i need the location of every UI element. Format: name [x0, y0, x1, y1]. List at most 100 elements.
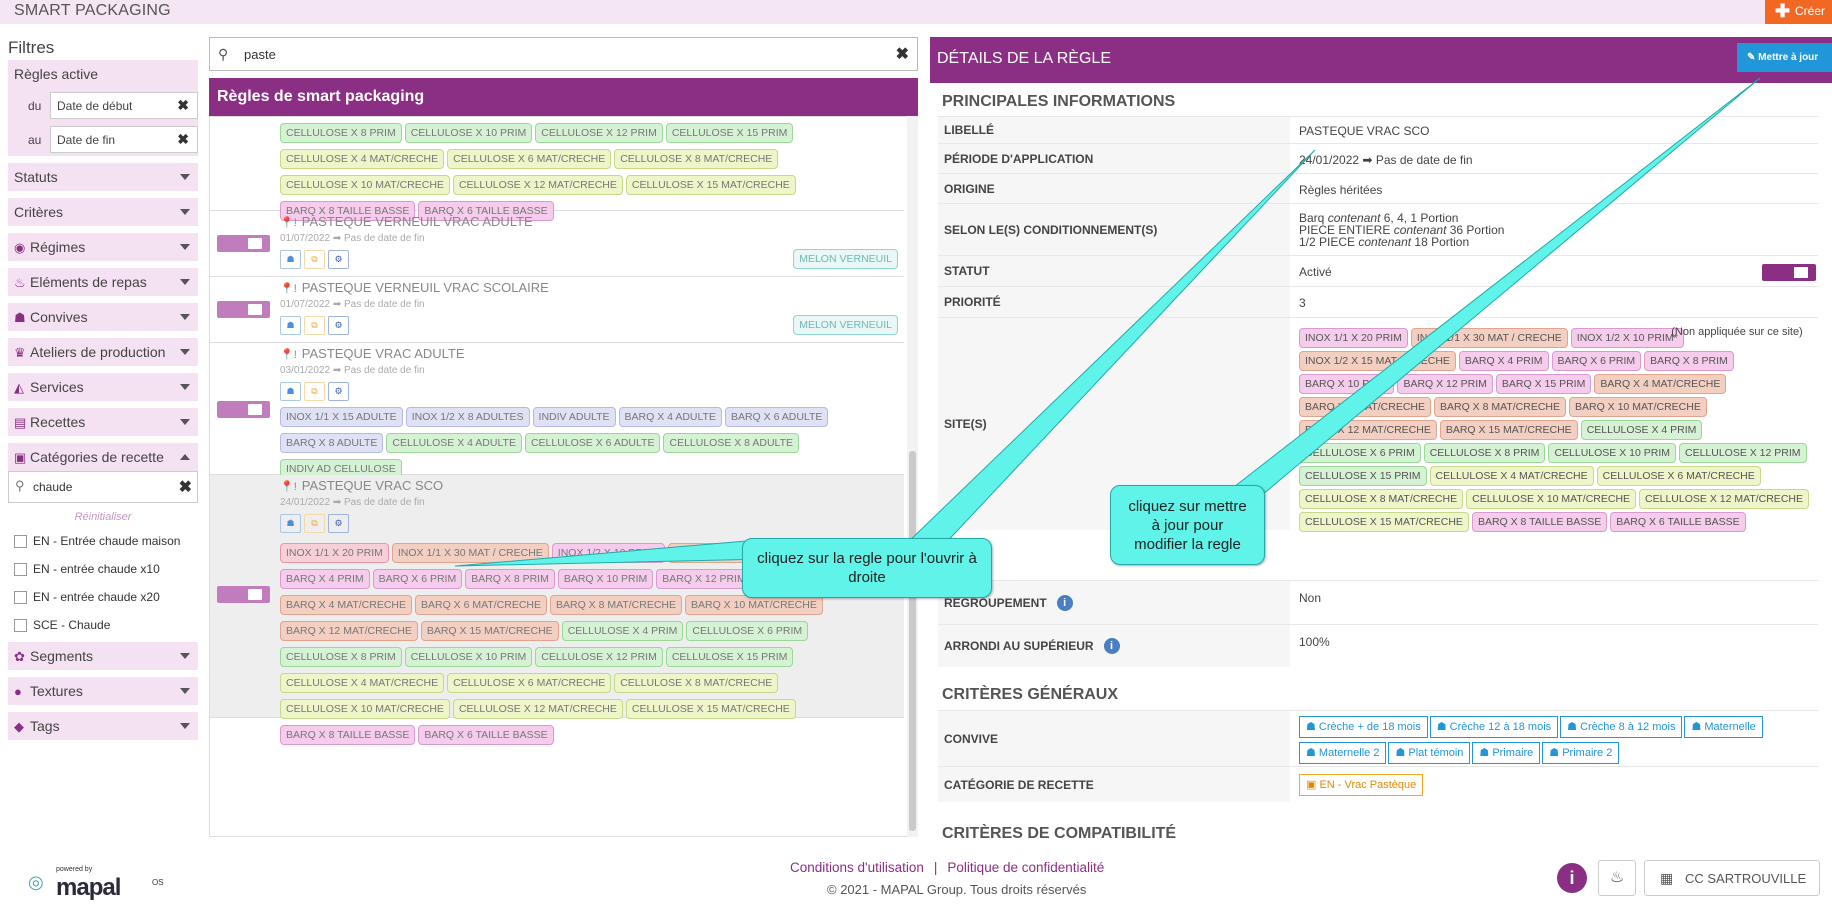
category-option[interactable]: EN - Entrée chaude maison	[8, 527, 198, 555]
filter-convives[interactable]: ☗ Convives	[8, 303, 198, 331]
checkbox[interactable]	[14, 619, 27, 632]
rule-toggle[interactable]	[217, 235, 270, 252]
create-button[interactable]: ✚ Créer	[1765, 0, 1832, 24]
filter-r-gimes[interactable]: ◉ Régimes	[8, 233, 198, 261]
search-icon: ⚲	[15, 478, 25, 493]
periode-start: 24/01/2022	[1299, 153, 1360, 167]
end-date-input[interactable]: Date de fin ✖	[50, 126, 198, 153]
packaging-tag: CELLULOSE X 10 PRIM	[404, 123, 533, 143]
filter-segments[interactable]: ✿ Segments	[8, 642, 198, 670]
convive-label: Primaire	[1492, 747, 1534, 759]
site-selector[interactable]: ▦ CC SARTROUVILLE	[1644, 860, 1820, 896]
status-toggle[interactable]	[1762, 264, 1816, 281]
reset-link[interactable]: Réinitialiser	[8, 503, 198, 527]
checkbox[interactable]	[14, 535, 27, 548]
footer-separator: |	[933, 860, 938, 875]
site-tag: BARQ X 4 MAT/CRECHE	[1594, 374, 1727, 394]
origine-key: ORIGINE	[938, 174, 1290, 203]
packaging-tag: INOX 1/2 X 10 PRIM*	[551, 543, 665, 563]
convive-tag: ☗ Crèche 8 à 12 mois	[1560, 716, 1683, 738]
filter-active-rules-label: Règles active	[14, 66, 99, 82]
rule-item[interactable]: 📍! PASTEQUE VERNEUIL VRAC SCOLAIRE 01/07/2…	[210, 277, 904, 343]
category-option[interactable]: EN - entrée chaude x20	[8, 583, 198, 611]
rules-list-header: Règles de smart packaging	[209, 78, 918, 116]
row-conditionnement: SELON LE(S) CONDITIONNEMENT(S) Barq cont…	[938, 203, 1818, 255]
periode-value: 24/01/2022 ➡ Pas de date de fin	[1299, 153, 1473, 167]
rule-item[interactable]: 📍! PASTEQUE VERNEUIL VRAC ADULTE 01/07/202…	[210, 211, 904, 277]
packaging-tag: CELLULOSE X 10 MAT/CRECHE	[280, 175, 450, 195]
filter-recettes[interactable]: ▤ Recettes	[8, 408, 198, 436]
info-icon[interactable]: i	[1103, 638, 1120, 654]
packaging-tag: INOX 1/1 X 15 ADULTE	[280, 407, 403, 427]
powered-by-text: powered by	[56, 866, 93, 873]
gear-icon[interactable]: ⚙	[328, 250, 349, 269]
rule-toggle[interactable]	[217, 401, 270, 418]
scrollbar[interactable]	[907, 116, 918, 837]
rule-dates: 01/07/2022 ➡ Pas de date de fin	[280, 233, 425, 244]
conditionnement-key: SELON LE(S) CONDITIONNEMENT(S)	[938, 204, 1290, 255]
rule-name: 📍! PASTEQUE VRAC ADULTE	[280, 346, 465, 361]
packaging-tag: CELLULOSE X 6 ADULTE	[524, 433, 661, 453]
convive-label: Maternelle	[1704, 721, 1756, 733]
site-tag: BARQ X 10 MAT/CRECHE	[1569, 397, 1707, 417]
checkbox[interactable]	[14, 591, 27, 604]
filter-tags[interactable]: ◆ Tags	[8, 712, 198, 740]
category-search-input[interactable]: ⚲ chaude ✖	[8, 471, 198, 503]
rule-search-input[interactable]: ⚲ paste ✖	[209, 37, 918, 71]
gear-icon[interactable]: ⚙	[328, 316, 349, 335]
tag-icon: ◆	[14, 719, 24, 734]
building-icon: ▦	[1660, 870, 1674, 886]
au-label: au	[28, 133, 42, 147]
filter-services[interactable]: ◭ Services	[8, 373, 198, 401]
terms-link[interactable]: Conditions d'utilisation	[790, 860, 924, 875]
rule-item[interactable]: 📍! PASTEQUE VRAC ADULTE 03/01/2022 ➡ Pas d…	[210, 343, 904, 479]
category-option[interactable]: SCE - Chaude	[8, 611, 198, 639]
category-option[interactable]: EN - entrée chaude x10	[8, 555, 198, 583]
filter-active-rules[interactable]: Règles active	[8, 60, 198, 88]
rule-item[interactable]: BARQ X 12 MAT/CRECHEBARQ X 15 MAT/CRECHE…	[210, 117, 904, 221]
info-button[interactable]: i	[1557, 863, 1587, 893]
people-icon[interactable]: ☗	[280, 382, 301, 401]
filter-label: Segments	[30, 648, 94, 664]
gear-icon[interactable]: ⚙	[328, 514, 349, 533]
filter-statuts[interactable]: Statuts	[8, 163, 198, 191]
packaging-tag: BARQ X 8 TAILLE BASSE	[280, 725, 416, 745]
priorite-key: PRIORITÉ	[938, 287, 1290, 317]
rule-toggle[interactable]	[217, 586, 270, 603]
scrollbar-thumb[interactable]	[909, 451, 916, 831]
libelle-value: PASTEQUE VRAC SCO	[1299, 124, 1430, 138]
row-origine: ORIGINE Règles héritées	[938, 173, 1818, 203]
copy-icon[interactable]: ⧉	[304, 382, 325, 401]
recipe-icon: ▤	[14, 415, 27, 430]
info-icon[interactable]: i	[1056, 594, 1073, 611]
filter-textures[interactable]: ● Textures	[8, 677, 198, 705]
people-icon[interactable]: ☗	[280, 250, 301, 269]
gear-icon[interactable]: ⚙	[328, 382, 349, 401]
rule-toggle[interactable]	[217, 301, 270, 318]
people-icon[interactable]: ☗	[280, 316, 301, 335]
start-date-input[interactable]: Date de début ✖	[50, 92, 198, 119]
not-applied-note: (Non appliquée sur ce site)	[1671, 326, 1803, 338]
filter-recipe-categories[interactable]: ▣ Catégories de recette	[8, 443, 198, 471]
copy-icon[interactable]: ⧉	[304, 514, 325, 533]
arrondi-value: 100%	[1299, 635, 1330, 649]
clear-start-icon[interactable]: ✖	[177, 97, 189, 114]
convive-label: Crèche 12 à 18 mois	[1449, 721, 1552, 733]
clear-end-icon[interactable]: ✖	[177, 131, 189, 148]
clear-search-icon[interactable]: ✖	[179, 477, 192, 497]
copy-icon[interactable]: ⧉	[304, 250, 325, 269]
statut-value: Activé	[1299, 265, 1332, 279]
filter-ateliers-de-production[interactable]: ♛ Ateliers de production	[8, 338, 198, 366]
filter-crit-res[interactable]: Critères	[8, 198, 198, 226]
packaging-tag: INOX 1/1 X 30 MAT / CRECHE	[391, 543, 549, 563]
filter-el-ments-de-repas[interactable]: ♨ Eléments de repas	[8, 268, 198, 296]
chef-hat-icon[interactable]: ♨	[1598, 860, 1636, 896]
privacy-link[interactable]: Politique de confidentialité	[947, 860, 1104, 875]
packaging-tag: BARQ X 8 ADULTE	[280, 433, 384, 453]
clear-search-icon[interactable]: ✖	[896, 44, 909, 64]
copy-icon[interactable]: ⧉	[304, 316, 325, 335]
people-icon[interactable]: ☗	[280, 514, 301, 533]
update-button[interactable]: ✎ Mettre à jour	[1737, 43, 1832, 72]
checkbox[interactable]	[14, 563, 27, 576]
rule-name-text: PASTEQUE VRAC ADULTE	[301, 346, 465, 361]
